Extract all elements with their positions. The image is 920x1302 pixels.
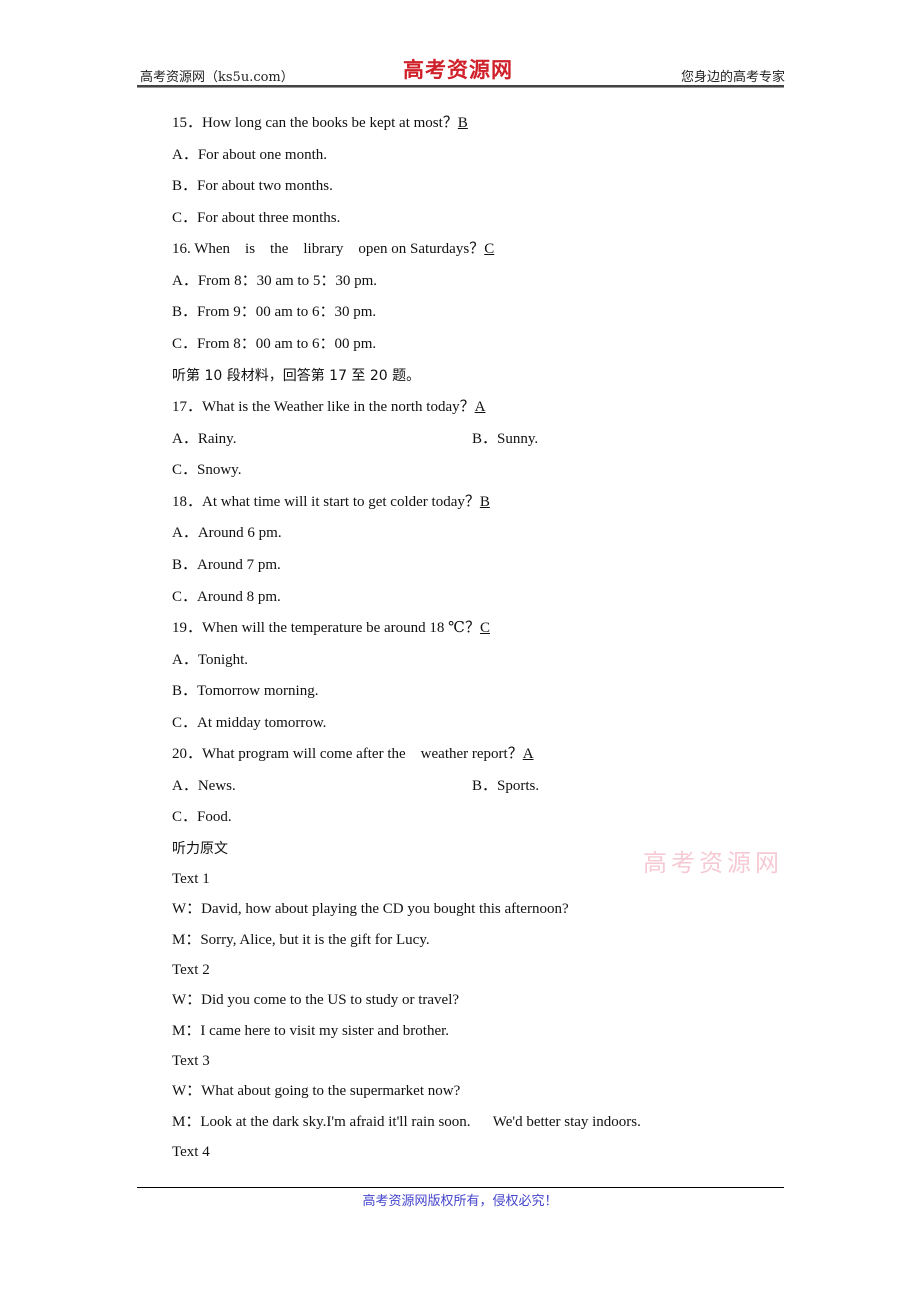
dialogue-line: W：David, how about playing the CD you bo… [172,901,569,917]
dialogue-line: M：Sorry, Alice, but it is the gift for L… [172,932,430,948]
section-instruction: 听第 10 段材料，回答第 17 至 20 题。 [172,368,421,384]
option-c: C．For about three months. [172,210,341,226]
option-c: C．Around 8 pm. [172,589,281,605]
question-stem: 19．When will the temperature be around 1… [172,620,490,636]
option-a: A．Rainy. [172,431,237,447]
dialogue-line: W：What about going to the supermarket no… [172,1083,461,1099]
copyright-notice: 高考资源网版权所有，侵权必究！ [362,1194,558,1209]
option-b: B．Around 7 pm. [172,557,281,573]
option-c: C．From 8：00 am to 6：00 pm. [172,336,377,352]
text-title: Text 4 [172,1144,210,1160]
header-divider [137,85,784,88]
question-stem: 15．How long can the books be kept at mos… [172,115,468,131]
option-a: A．News. [172,778,236,794]
option-b: B．From 9：00 am to 6：30 pm. [172,304,377,320]
option-b: B．Tomorrow morning. [172,683,319,699]
header-logo: 高考资源网 [403,57,513,82]
answer-key: C [479,620,490,636]
header-site-name: 高考资源网（ks5u.com） [140,70,294,85]
option-b: B．For about two months. [172,178,333,194]
option-c: C．At midday tomorrow. [172,715,327,731]
dialogue-line: W：Did you come to the US to study or tra… [172,992,460,1008]
transcript-heading: 听力原文 [172,841,228,857]
option-a: A．For about one month. [172,147,327,163]
text-title: Text 2 [172,962,210,978]
option-c: C．Snowy. [172,462,242,478]
text-title: Text 1 [172,871,210,887]
footer-divider [137,1187,784,1188]
option-b: B．Sunny. [472,431,539,447]
watermark: 高考资源网 [643,849,783,877]
header-slogan: 您身边的高考专家 [680,70,785,85]
answer-key: A [474,399,486,415]
text-title: Text 3 [172,1053,210,1069]
question-stem: 16. When is the library open on Saturday… [172,241,495,257]
answer-key: C [484,241,495,257]
answer-key: B [457,115,468,131]
option-b: B．Sports. [472,778,540,794]
question-stem: 20．What program will come after the weat… [172,746,534,762]
dialogue-line: M：I came here to visit my sister and bro… [172,1023,450,1039]
dialogue-line: M：Look at the dark sky.I'm afraid it'll … [172,1114,641,1130]
option-a: A．Around 6 pm. [172,525,282,541]
answer-key: A [522,746,534,762]
option-c: C．Food. [172,809,232,825]
option-a: A．From 8：30 am to 5：30 pm. [172,273,377,289]
question-stem: 17．What is the Weather like in the north… [172,399,486,415]
answer-key: B [479,494,490,510]
question-stem: 18．At what time will it start to get col… [172,494,490,510]
option-a: A．Tonight. [172,652,249,668]
